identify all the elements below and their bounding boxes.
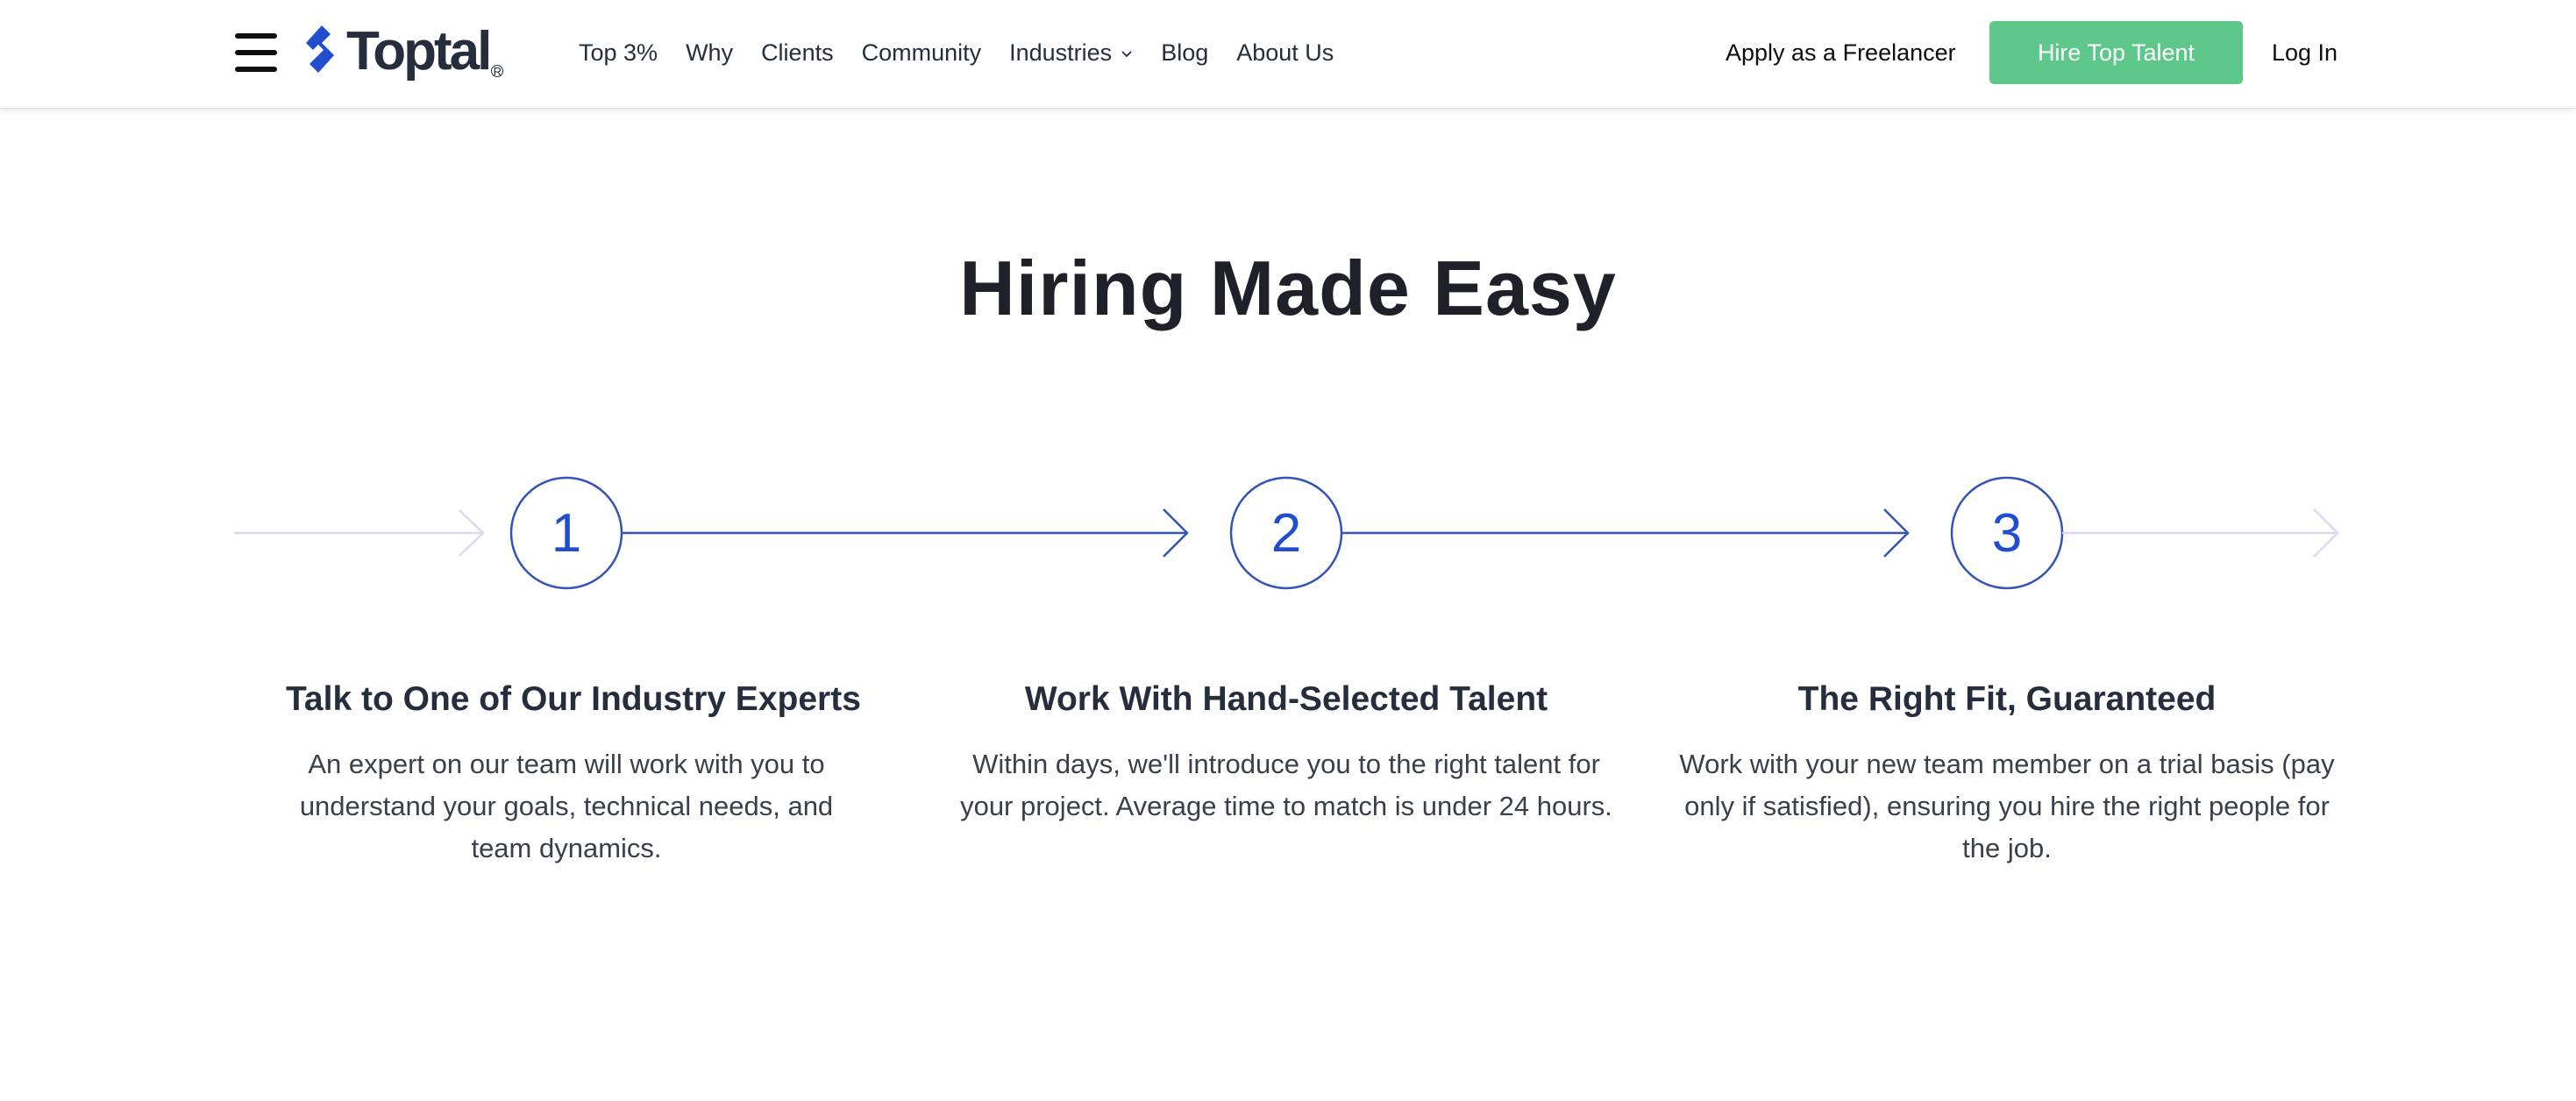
step-2-card: Work With Hand-Selected Talent Within da… bbox=[953, 673, 1619, 828]
step-1-to-2-arrow-icon bbox=[622, 508, 1189, 558]
logo-wordmark: Toptal bbox=[346, 21, 492, 82]
nav-top-3-percent[interactable]: Top 3% bbox=[579, 39, 658, 67]
step-2-heading: Work With Hand-Selected Talent bbox=[1024, 680, 1548, 718]
step-3-card: The Right Fit, Guaranteed Work with your… bbox=[1674, 673, 2340, 870]
apply-as-freelancer-link[interactable]: Apply as a Freelancer bbox=[1726, 35, 1956, 70]
main-nav: Top 3% Why Clients Community Industries … bbox=[579, 35, 1362, 70]
step-3-description: Work with your new team member on a tria… bbox=[1679, 749, 2335, 863]
step-2-number: 2 bbox=[1270, 502, 1302, 564]
step-2-description: Within days, we'll introduce you to the … bbox=[960, 749, 1612, 821]
hamburger-bar bbox=[235, 33, 277, 39]
step-1-heading: Talk to One of Our Industry Experts bbox=[286, 680, 861, 718]
chevron-down-icon bbox=[1121, 51, 1132, 58]
lead-in-arrow-icon bbox=[234, 509, 485, 557]
lead-out-arrow-icon bbox=[2062, 508, 2339, 558]
toptal-logo[interactable]: Toptal R bbox=[304, 21, 504, 82]
registered-mark-icon: R bbox=[491, 65, 504, 77]
nav-clients[interactable]: Clients bbox=[761, 39, 834, 67]
hamburger-menu-icon[interactable] bbox=[235, 33, 277, 72]
section-title: Hiring Made Easy bbox=[959, 245, 1617, 331]
toptal-logo-mark-icon bbox=[306, 25, 334, 73]
step-2-to-3-arrow-icon bbox=[1341, 508, 1910, 558]
nav-industries-label: Industries bbox=[1009, 39, 1113, 66]
nav-industries[interactable]: Industries bbox=[1009, 39, 1133, 67]
hamburger-bar bbox=[235, 50, 277, 55]
nav-about-us[interactable]: About Us bbox=[1236, 39, 1334, 67]
site-header: Toptal R Top 3% Why Clients Community In… bbox=[0, 0, 2576, 109]
step-1-card: Talk to One of Our Industry Experts An e… bbox=[286, 673, 861, 870]
nav-blog[interactable]: Blog bbox=[1161, 39, 1208, 67]
log-in-link[interactable]: Log In bbox=[2272, 35, 2338, 70]
step-3-heading: The Right Fit, Guaranteed bbox=[1797, 680, 2217, 718]
nav-community[interactable]: Community bbox=[862, 39, 982, 67]
step-1-number: 1 bbox=[551, 502, 582, 564]
hamburger-bar bbox=[235, 67, 277, 72]
nav-why[interactable]: Why bbox=[686, 39, 733, 67]
step-1-description: An expert on our team will work with you… bbox=[299, 749, 834, 863]
hire-top-talent-button[interactable]: Hire Top Talent bbox=[1989, 21, 2243, 84]
step-3-number: 3 bbox=[1991, 502, 2023, 564]
